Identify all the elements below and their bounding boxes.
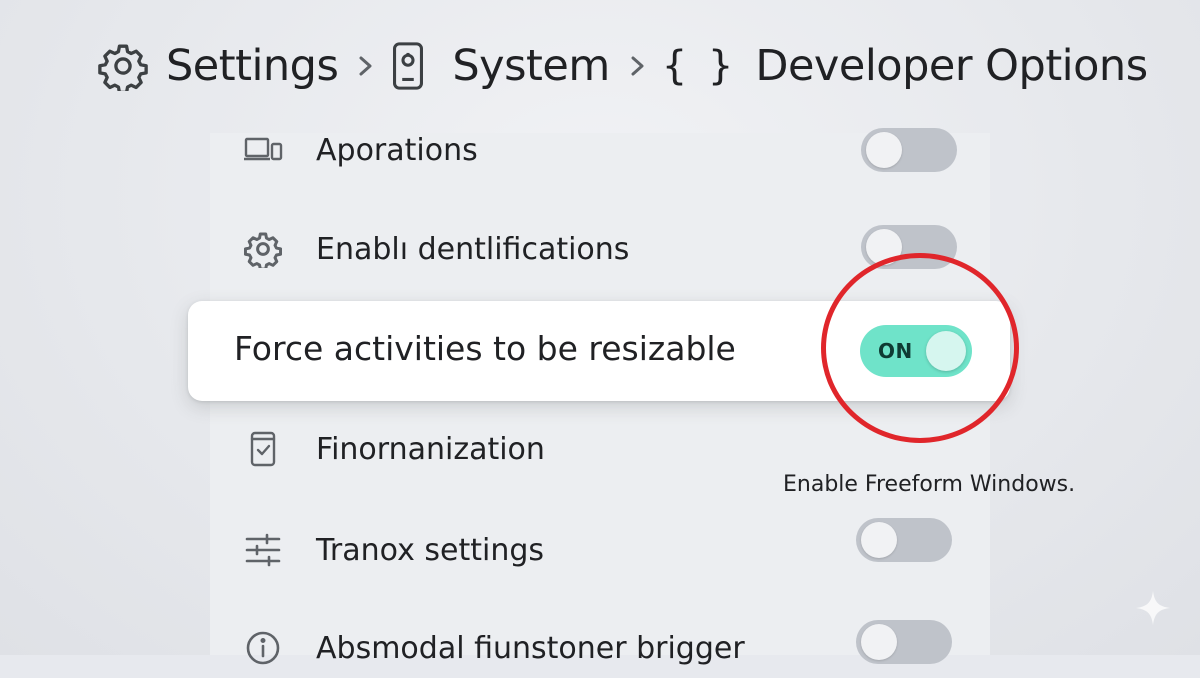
devices-icon	[243, 130, 283, 170]
gear-icon	[243, 229, 283, 269]
breadcrumb-label: System	[452, 41, 610, 91]
toggle-switch[interactable]	[856, 620, 952, 664]
setting-row-finornanization[interactable]: Finornanization	[210, 419, 990, 479]
breadcrumb-settings[interactable]: Settings	[98, 41, 339, 91]
setting-row-aporations[interactable]: Aporations	[210, 120, 990, 180]
setting-label: Absmodal fiunstoner brigger	[316, 630, 745, 666]
setting-label: Enablı dentlifications	[316, 231, 630, 267]
chevron-right-icon	[628, 51, 648, 81]
setting-label: Tranox settings	[316, 532, 545, 568]
setting-label: Finornanization	[316, 431, 545, 467]
gear-icon	[98, 44, 148, 91]
phone-icon	[393, 42, 424, 90]
toggle-knob	[861, 522, 897, 558]
breadcrumb-system[interactable]: System	[390, 41, 610, 91]
phone-check-icon	[243, 429, 283, 469]
setting-caption: Enable Freeform Windows.	[783, 472, 1076, 497]
setting-row-absmodal[interactable]: Absmodal fiunstoner brigger	[210, 618, 990, 678]
sparkle-icon	[1135, 590, 1171, 626]
braces-icon: { }	[661, 43, 738, 89]
setting-row-tranox-settings[interactable]: Tranox settings	[210, 518, 990, 580]
chevron-right-icon	[356, 51, 376, 81]
setting-label: Force activities to be resizable	[234, 329, 736, 368]
toggle-knob	[866, 132, 902, 168]
breadcrumb-label: Settings	[166, 41, 339, 91]
breadcrumb: Settings System { } Developer Options	[98, 36, 1148, 96]
breadcrumb-label: Developer Options	[755, 41, 1148, 91]
setting-label: Aporations	[316, 132, 478, 168]
sliders-icon	[243, 530, 283, 570]
toggle-switch[interactable]	[856, 518, 952, 562]
breadcrumb-developer-options[interactable]: { } Developer Options	[662, 41, 1148, 91]
info-icon	[243, 628, 283, 668]
annotation-circle	[821, 253, 1019, 443]
toggle-switch[interactable]	[861, 128, 957, 172]
